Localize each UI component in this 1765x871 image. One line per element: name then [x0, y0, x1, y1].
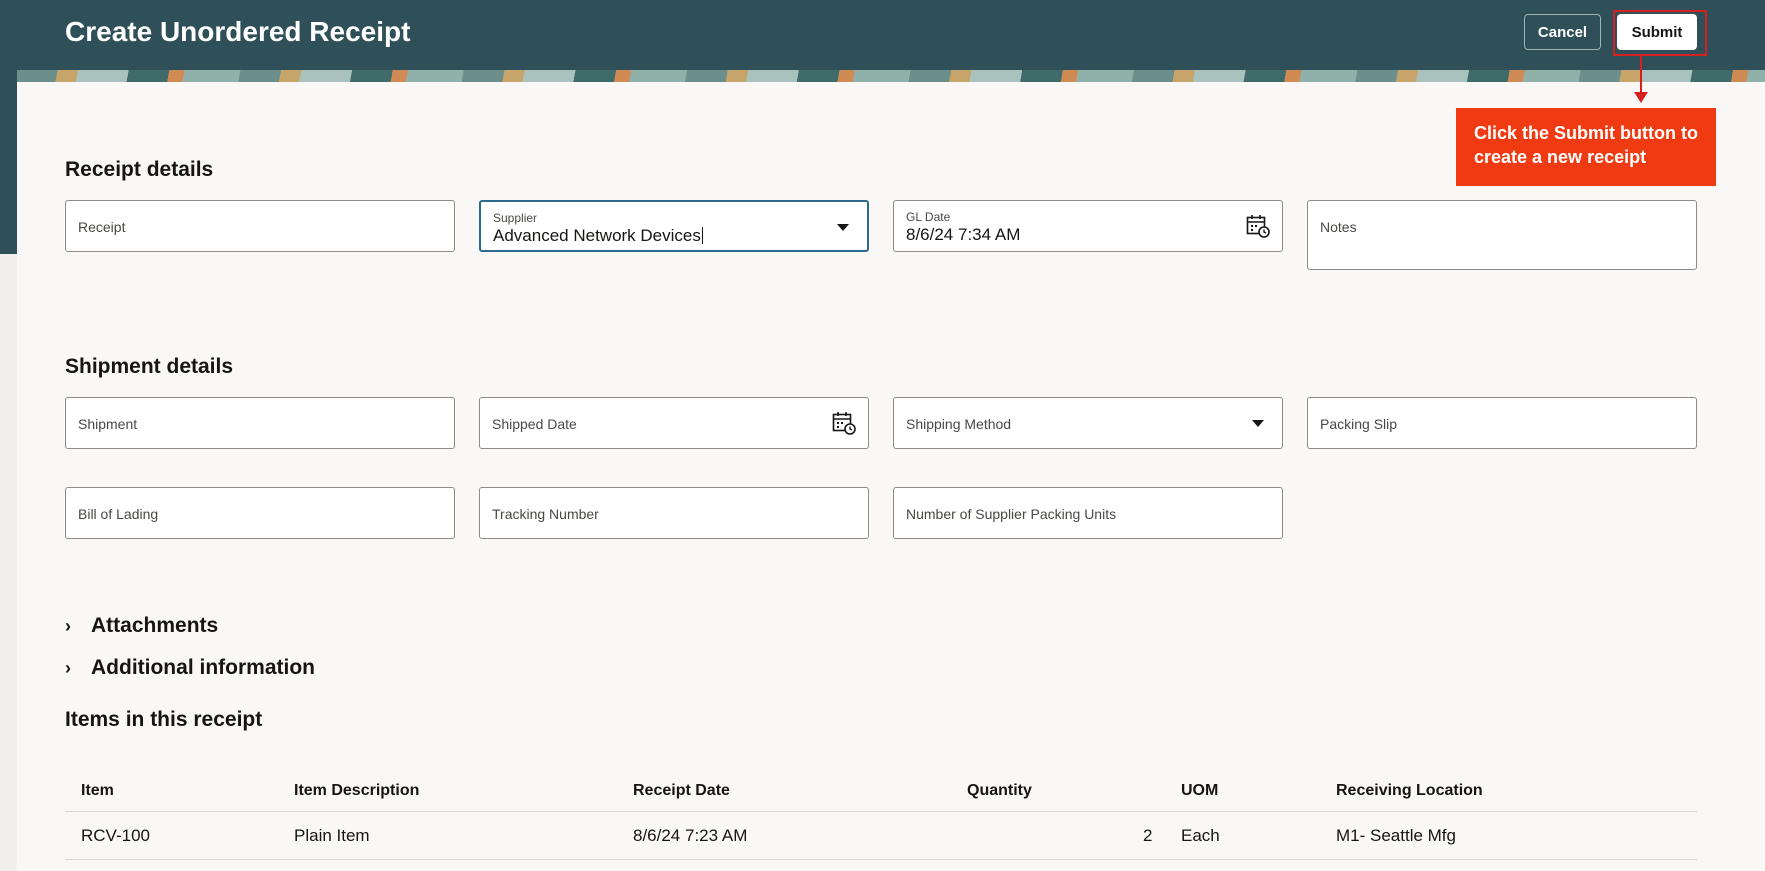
- gl-date-value: 8/6/24 7:34 AM: [906, 225, 1021, 244]
- item-cell: RCV-100: [81, 826, 150, 845]
- packing-units-placeholder: Number of Supplier Packing Units: [906, 506, 1117, 522]
- packing-units-input[interactable]: Number of Supplier Packing Units: [893, 487, 1283, 539]
- tracking-number-placeholder: Tracking Number: [492, 506, 599, 522]
- uom-cell: Each: [1181, 826, 1220, 845]
- item-description-cell: Plain Item: [294, 826, 370, 845]
- receiving-location-cell: M1- Seattle Mfg: [1336, 826, 1456, 845]
- calendar-clock-icon[interactable]: [1246, 214, 1270, 238]
- packing-slip-input[interactable]: Packing Slip: [1307, 397, 1697, 449]
- bill-of-lading-placeholder: Bill of Lading: [78, 506, 159, 522]
- column-header: Quantity: [967, 782, 1032, 799]
- page-title: Create Unordered Receipt: [65, 16, 411, 47]
- cancel-button[interactable]: Cancel: [1524, 14, 1601, 50]
- table-row[interactable]: RCV-100 Plain Item 8/6/24 7:23 AM 2 Each…: [65, 812, 1697, 860]
- notes-placeholder: Notes: [1320, 219, 1357, 235]
- tracking-number-input[interactable]: Tracking Number: [479, 487, 869, 539]
- column-header: Receipt Date: [633, 782, 730, 799]
- callout-arrow-head: [1634, 92, 1648, 103]
- column-header: Receiving Location: [1336, 782, 1483, 799]
- callout-arrow-line: [1640, 56, 1642, 94]
- receipt-input[interactable]: Receipt: [65, 200, 455, 252]
- gl-date-label: GL Date: [906, 210, 951, 224]
- shipping-method-select[interactable]: Shipping Method: [893, 397, 1283, 449]
- column-header: UOM: [1181, 782, 1219, 799]
- shipment-placeholder: Shipment: [78, 416, 138, 432]
- column-header: Item: [81, 782, 114, 799]
- supplier-value: Advanced Network Devices: [493, 226, 703, 245]
- receipt-details-title: Receipt details: [65, 158, 214, 181]
- chevron-right-icon: ›: [65, 615, 71, 636]
- gl-date-input[interactable]: GL Date 8/6/24 7:34 AM: [893, 200, 1283, 252]
- quantity-cell: 2: [1143, 826, 1153, 845]
- receipt-placeholder: Receipt: [78, 219, 126, 235]
- supplier-label: Supplier: [493, 211, 538, 225]
- attachments-toggle[interactable]: › Attachments: [65, 614, 218, 638]
- shipment-details-title: Shipment details: [65, 355, 234, 378]
- chevron-down-icon[interactable]: [837, 224, 849, 231]
- instruction-callout: Click the Submit button to create a new …: [1456, 108, 1716, 186]
- supplier-select[interactable]: Supplier Advanced Network Devices: [479, 200, 869, 252]
- items-title: Items in this receipt: [65, 708, 263, 731]
- shipped-date-placeholder: Shipped Date: [492, 416, 577, 432]
- shipment-input[interactable]: Shipment: [65, 397, 455, 449]
- calendar-clock-icon[interactable]: [832, 411, 856, 435]
- bill-of-lading-input[interactable]: Bill of Lading: [65, 487, 455, 539]
- submit-highlight: [1613, 10, 1707, 56]
- additional-information-toggle[interactable]: › Additional information: [65, 656, 315, 680]
- column-header: Item Description: [294, 782, 420, 799]
- receipt-date-cell: 8/6/24 7:23 AM: [633, 826, 748, 845]
- items-table-header: Item Item Description Receipt Date Quant…: [65, 770, 1697, 812]
- attachments-label: Attachments: [91, 614, 219, 637]
- chevron-down-icon[interactable]: [1252, 420, 1264, 427]
- shipped-date-input[interactable]: Shipped Date: [479, 397, 869, 449]
- chevron-right-icon: ›: [65, 657, 71, 678]
- packing-slip-placeholder: Packing Slip: [1320, 416, 1398, 432]
- notes-input[interactable]: Notes: [1307, 200, 1697, 270]
- shipping-method-placeholder: Shipping Method: [906, 416, 1012, 432]
- additional-information-label: Additional information: [91, 656, 315, 679]
